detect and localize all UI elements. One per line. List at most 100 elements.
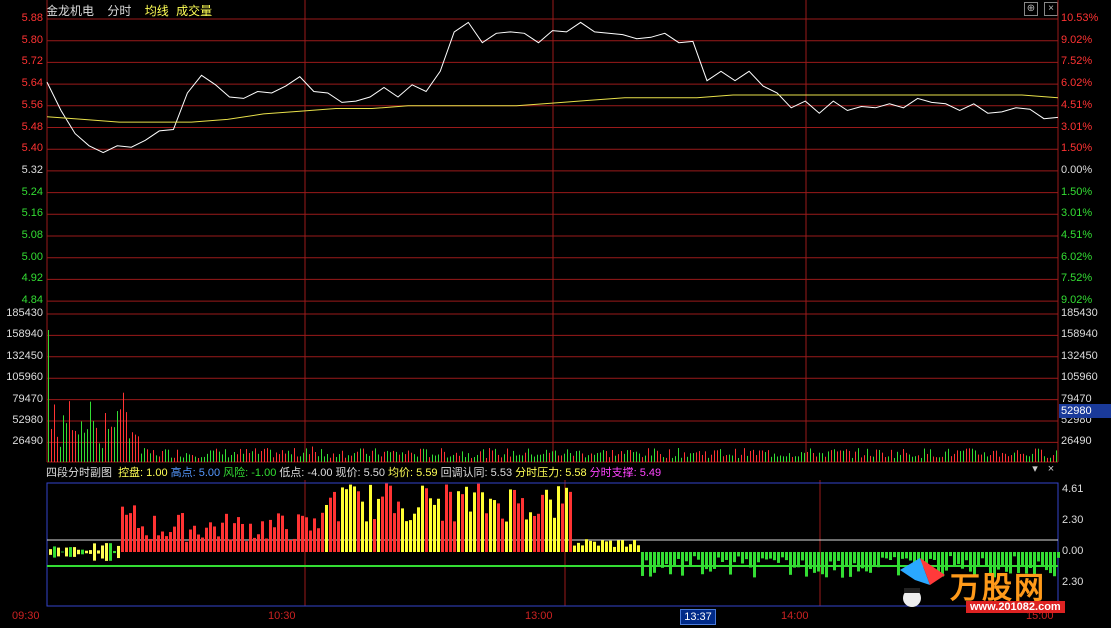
volume-bar [141, 453, 142, 462]
time-axis-label: 14:00 [781, 610, 809, 622]
indicator-bar [685, 552, 688, 562]
volume-bar [729, 454, 730, 462]
volume-bar [195, 456, 196, 462]
indicator-bar [285, 529, 288, 552]
indicator-bar [849, 552, 852, 577]
volume-bar [54, 404, 55, 462]
indicator-bar [633, 540, 636, 552]
volume-bar [1020, 453, 1021, 462]
indicator-bar [161, 531, 164, 552]
indicator-bar [481, 492, 484, 552]
indicator-bar [1049, 552, 1052, 574]
volume-bar [231, 454, 232, 462]
indicator-bar [189, 529, 192, 552]
volume-bar [474, 457, 475, 462]
indicator-bar [341, 487, 344, 552]
indicator-bar [533, 515, 536, 552]
volume-bar [696, 452, 697, 462]
volume-bar [999, 456, 1000, 462]
volume-bar [300, 456, 301, 462]
volume-bar [1041, 449, 1042, 462]
volume-bar [1056, 450, 1057, 462]
indicator-bar [469, 511, 472, 552]
volume-bar [330, 457, 331, 462]
volume-bar [873, 456, 874, 462]
indicator-bar [125, 514, 128, 552]
indicator-bar [661, 552, 664, 568]
indicator-bar [381, 496, 384, 552]
volume-bar [786, 456, 787, 462]
volume-bar [834, 449, 835, 462]
indicator-bar [473, 492, 476, 552]
volume-bar [219, 451, 220, 462]
volume-bar [459, 455, 460, 462]
volume-axis-label: 132450 [6, 349, 43, 362]
indicator-bar [461, 494, 464, 552]
indicator-bar [197, 534, 200, 552]
indicator-bar [405, 521, 408, 552]
volume-bar [1050, 457, 1051, 462]
indicator-bar [393, 513, 396, 552]
volume-axis-label: 132450 [1061, 349, 1098, 362]
volume-bar [312, 446, 313, 462]
volume-bar [1029, 456, 1030, 462]
indicator-bar [837, 552, 840, 561]
indicator-bar [585, 539, 588, 552]
price-axis-label: 5.88 [21, 12, 43, 24]
volume-bar [1008, 456, 1009, 462]
indicator-bar [625, 546, 628, 552]
volume-bar [426, 449, 427, 462]
price-axis-label: 5.56 [21, 98, 43, 111]
volume-bar [327, 453, 328, 462]
volume-bar [420, 448, 421, 462]
percent-axis-label: 4.51% [1061, 229, 1093, 241]
indicator-bar [561, 503, 564, 552]
volume-bar [504, 454, 505, 462]
percent-axis-label: 6.02% [1061, 77, 1093, 90]
indicator-bar [53, 546, 56, 558]
indicator-bar [853, 552, 856, 564]
indicator-bar [669, 552, 672, 575]
indicator-bar [497, 503, 500, 552]
volume-bar [69, 401, 70, 462]
indicator-bar [965, 552, 968, 561]
indicator-bar [361, 501, 364, 552]
volume-bar [957, 450, 958, 462]
indicator-bar [121, 506, 124, 552]
volume-bar [936, 457, 937, 462]
volume-bar [732, 455, 733, 462]
indicator-bar [429, 498, 432, 552]
indicator-bar [369, 484, 372, 552]
indicator-bar [349, 484, 352, 552]
indicator-bar [445, 484, 448, 552]
volume-bar [480, 451, 481, 462]
volume-bar [747, 455, 748, 462]
volume-bar [528, 448, 529, 462]
close-indicator-icon[interactable]: × [1045, 463, 1057, 475]
volume-bar [471, 457, 472, 462]
volume-bar [813, 452, 814, 462]
volume-bar [321, 449, 322, 462]
indicator-bar [245, 541, 248, 552]
volume-bar [276, 452, 277, 462]
dropdown-icon[interactable]: ▾ [1029, 463, 1041, 475]
volume-bar [744, 448, 745, 462]
volume-bar [666, 457, 667, 462]
indicator-bar [629, 544, 632, 552]
indicator-bar [397, 501, 400, 552]
indicator-name[interactable]: 四段分时副图 [46, 467, 112, 479]
volume-bar [63, 415, 64, 462]
indicator-bar [229, 539, 232, 552]
volume-bar [186, 453, 187, 462]
volume-bar [789, 453, 790, 462]
percent-axis-label: 0.00% [1061, 163, 1093, 176]
volume-bar [417, 456, 418, 462]
volume-bar [342, 450, 343, 462]
volume-bar [108, 428, 109, 462]
volume-bar [111, 426, 112, 462]
volume-bar [825, 456, 826, 462]
volume-bar [411, 452, 412, 462]
indicator-bar [157, 535, 160, 552]
volume-bar [498, 454, 499, 462]
volume-bar [840, 450, 841, 462]
